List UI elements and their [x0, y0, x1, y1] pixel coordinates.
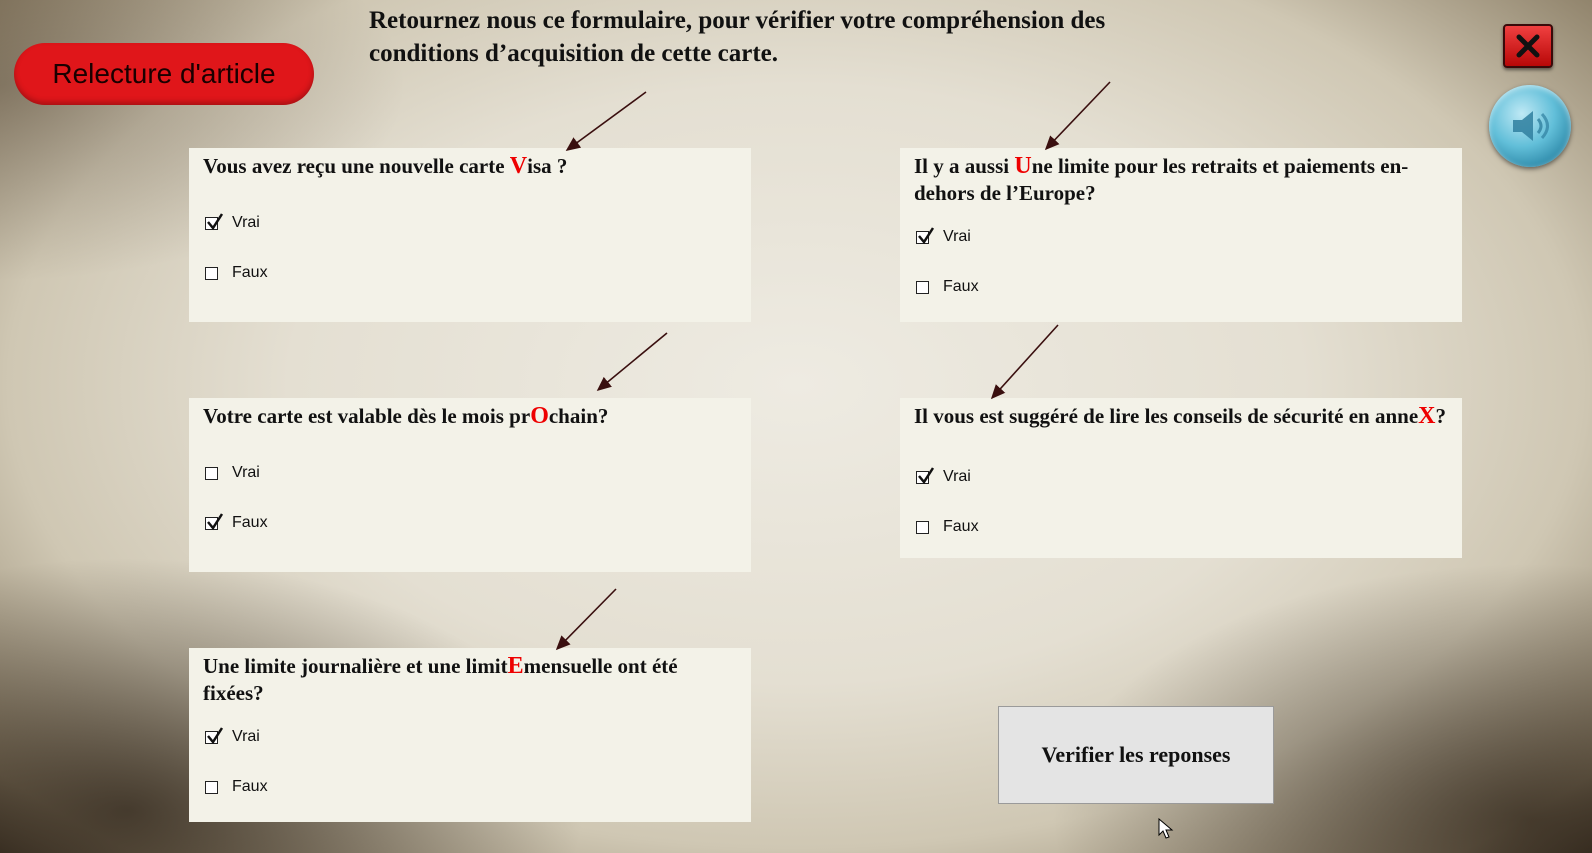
arrow-2 [1044, 81, 1111, 151]
verify-answers-button[interactable]: Verifier les reponses [998, 706, 1274, 804]
arrow-3 [596, 332, 668, 392]
arrow-4 [990, 324, 1059, 400]
mouse-cursor-icon [1158, 818, 1174, 839]
arrow-1 [565, 91, 647, 151]
arrows-overlay [555, 81, 1111, 651]
arrow-5 [555, 588, 617, 651]
